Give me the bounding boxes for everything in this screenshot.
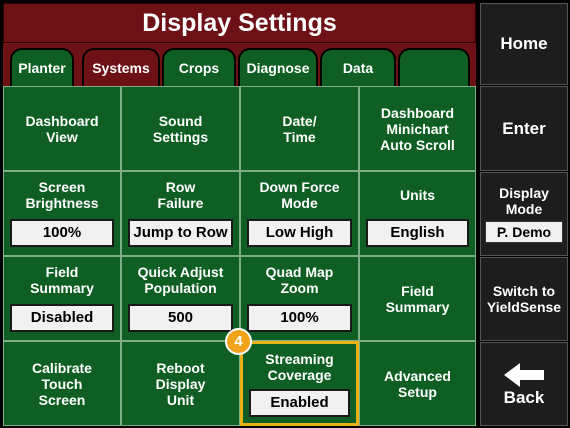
- tab-diagnose[interactable]: Diagnose: [238, 48, 318, 86]
- switch-to-yieldsense-label: Switch to YieldSense: [486, 283, 562, 315]
- display-mode-label: Display Mode: [499, 185, 549, 217]
- switch-to-yieldsense-button[interactable]: Switch to YieldSense: [480, 257, 568, 341]
- screen-brightness-setting[interactable]: Screen Brightness 100%: [3, 171, 121, 256]
- display-mode-value[interactable]: P. Demo: [485, 221, 563, 243]
- quick-adjust-population-setting[interactable]: Quick Adjust Population 500: [121, 256, 240, 341]
- field-summary-button[interactable]: Field Summary: [359, 256, 476, 341]
- tab-systems[interactable]: Systems: [82, 48, 160, 86]
- row-failure-label: Row Failure: [157, 179, 204, 211]
- dashboard-view-label: Dashboard View: [25, 112, 99, 145]
- row-failure-value[interactable]: Jump to Row: [128, 219, 233, 247]
- page-title: Display Settings: [3, 3, 476, 43]
- advanced-setup-label: Advanced Setup: [384, 367, 451, 400]
- display-mode-button[interactable]: Display Mode P. Demo: [480, 172, 568, 256]
- date-time-label: Date/ Time: [282, 112, 317, 145]
- down-force-mode-setting[interactable]: Down Force Mode Low High: [240, 171, 359, 256]
- streaming-coverage-value[interactable]: Enabled: [249, 389, 350, 417]
- quad-map-zoom-label: Quad Map Zoom: [265, 264, 334, 296]
- home-label: Home: [500, 34, 548, 53]
- reboot-display-unit-button[interactable]: Reboot Display Unit: [121, 341, 240, 426]
- field-summary-button-label: Field Summary: [385, 282, 450, 315]
- dashboard-view-button[interactable]: Dashboard View: [3, 86, 121, 171]
- tab-strip: Planter Systems Crops Diagnose Data: [3, 43, 476, 86]
- field-summary-label: Field Summary: [30, 264, 94, 296]
- field-summary-setting[interactable]: Field Summary Disabled: [3, 256, 121, 341]
- tab-data[interactable]: Data: [320, 48, 396, 86]
- units-setting[interactable]: Units English: [359, 171, 476, 256]
- quad-map-zoom-value[interactable]: 100%: [247, 304, 352, 332]
- back-button[interactable]: Back: [480, 342, 568, 426]
- sound-settings-button[interactable]: Sound Settings: [121, 86, 240, 171]
- down-force-mode-value[interactable]: Low High: [247, 219, 352, 247]
- reboot-display-unit-label: Reboot Display Unit: [155, 359, 206, 408]
- callout-number-badge: 4: [225, 328, 252, 355]
- units-value[interactable]: English: [366, 219, 469, 247]
- row-failure-setting[interactable]: Row Failure Jump to Row: [121, 171, 240, 256]
- quad-map-zoom-setting[interactable]: Quad Map Zoom 100%: [240, 256, 359, 341]
- back-label: Back: [503, 388, 545, 407]
- minichart-auto-scroll-button[interactable]: Dashboard Minichart Auto Scroll: [359, 86, 476, 171]
- arrow-left-icon: [504, 363, 544, 387]
- tab-crops[interactable]: Crops: [162, 48, 236, 86]
- screen-brightness-label: Screen Brightness: [25, 179, 99, 211]
- right-sidebar: Home Enter Display Mode P. Demo Switch t…: [478, 0, 570, 428]
- settings-grid: Dashboard View Sound Settings Date/ Time…: [3, 86, 476, 426]
- calibrate-touch-screen-label: Calibrate Touch Screen: [32, 359, 92, 408]
- screen-brightness-value[interactable]: 100%: [10, 219, 114, 247]
- enter-label: Enter: [502, 118, 546, 138]
- tab-planter[interactable]: Planter: [10, 48, 74, 86]
- calibrate-touch-screen-button[interactable]: Calibrate Touch Screen: [3, 341, 121, 426]
- enter-button[interactable]: Enter: [480, 86, 568, 171]
- date-time-button[interactable]: Date/ Time: [240, 86, 359, 171]
- down-force-mode-label: Down Force Mode: [259, 179, 340, 211]
- streaming-coverage-setting[interactable]: Streaming Coverage Enabled: [240, 341, 359, 426]
- minichart-auto-scroll-label: Dashboard Minichart Auto Scroll: [380, 104, 455, 153]
- advanced-setup-button[interactable]: Advanced Setup: [359, 341, 476, 426]
- quick-adjust-population-value[interactable]: 500: [128, 304, 233, 332]
- field-summary-value[interactable]: Disabled: [10, 304, 114, 332]
- tab-empty[interactable]: [398, 48, 470, 86]
- quick-adjust-population-label: Quick Adjust Population: [137, 264, 224, 296]
- home-button[interactable]: Home: [480, 3, 568, 85]
- sound-settings-label: Sound Settings: [152, 112, 209, 145]
- streaming-coverage-label: Streaming Coverage: [265, 351, 334, 383]
- display-settings-screen: Display Settings Planter Systems Crops D…: [0, 0, 570, 428]
- units-label: Units: [400, 187, 435, 203]
